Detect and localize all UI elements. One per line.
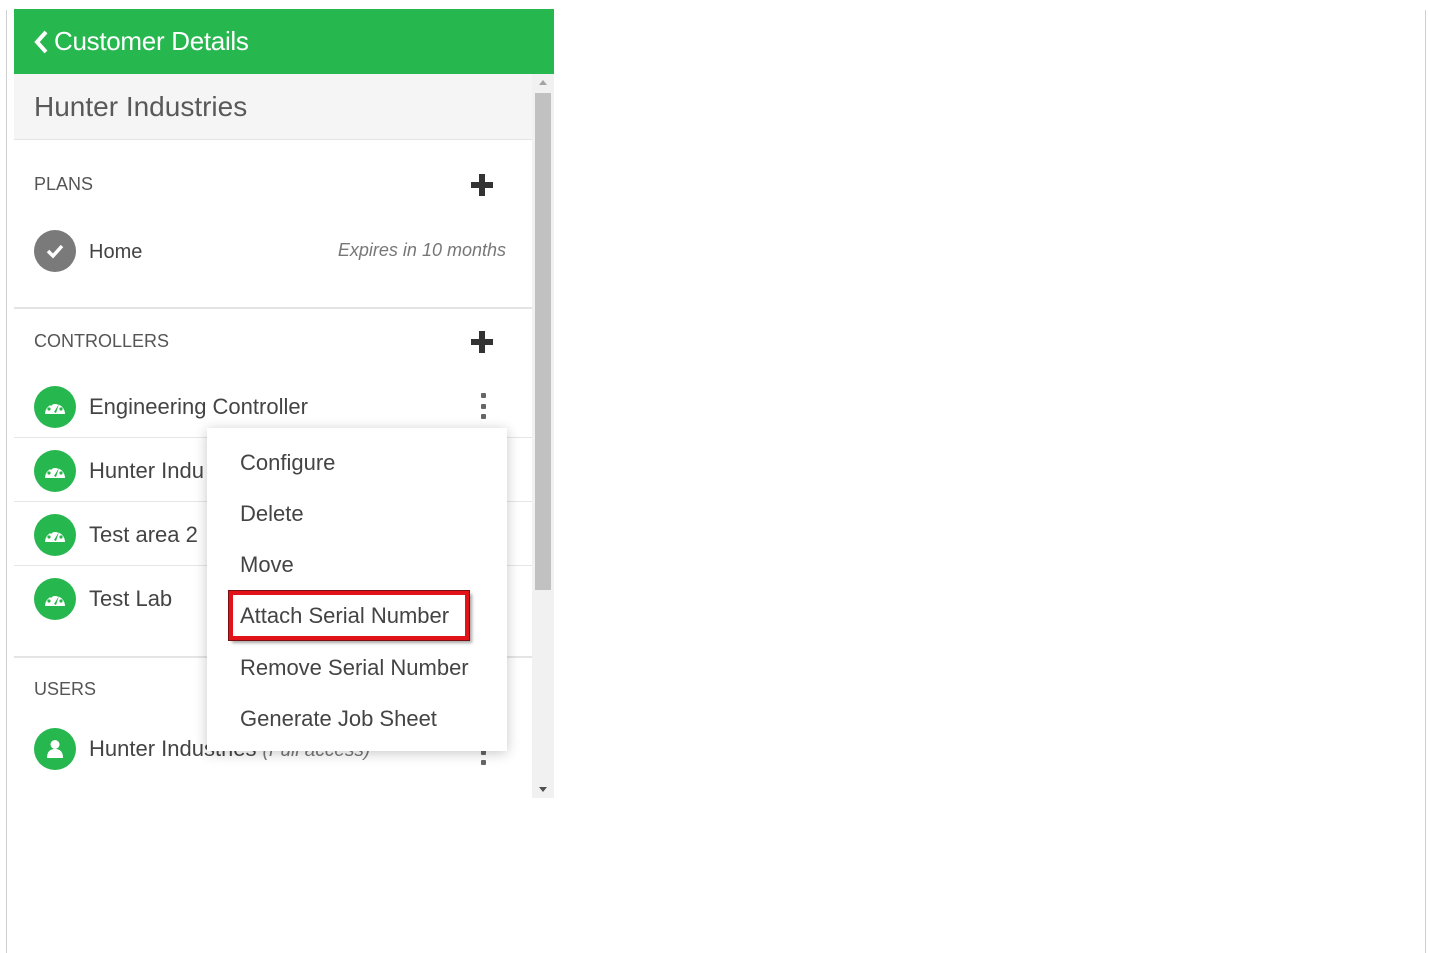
plus-icon bbox=[471, 331, 493, 353]
gauge-icon bbox=[34, 386, 76, 428]
scroll-up-arrow-icon[interactable] bbox=[532, 74, 554, 92]
controllers-header: CONTROLLERS bbox=[14, 309, 532, 374]
users-label: USERS bbox=[34, 679, 97, 699]
scrollbar-thumb[interactable] bbox=[535, 93, 551, 590]
gauge-icon bbox=[34, 450, 76, 492]
add-controller-button[interactable] bbox=[470, 330, 494, 354]
menu-item-generate-job-sheet[interactable]: Generate Job Sheet bbox=[240, 706, 437, 732]
controller-name: Test area 2 bbox=[89, 522, 198, 547]
controller-context-menu: Configure Delete Move Attach Serial Numb… bbox=[207, 428, 507, 751]
chevron-left-icon bbox=[34, 30, 48, 54]
controllers-label: CONTROLLERS bbox=[34, 331, 170, 351]
menu-item-remove-serial-number[interactable]: Remove Serial Number bbox=[240, 655, 469, 681]
scroll-down-arrow-icon[interactable] bbox=[532, 780, 554, 798]
gauge-icon bbox=[34, 578, 76, 620]
plan-item[interactable]: Home Expires in 10 months bbox=[14, 230, 532, 306]
menu-item-move[interactable]: Move bbox=[240, 552, 294, 578]
plans-header: PLANS bbox=[14, 140, 532, 230]
menu-item-configure[interactable]: Configure bbox=[240, 450, 335, 476]
check-circle-icon bbox=[34, 230, 76, 272]
window-border-right bbox=[1425, 10, 1426, 953]
page-title: Customer Details bbox=[54, 26, 249, 56]
scrollbar[interactable] bbox=[532, 74, 554, 798]
plus-icon bbox=[471, 174, 493, 196]
menu-item-attach-serial-number[interactable]: Attach Serial Number bbox=[240, 603, 449, 629]
plan-name: Home bbox=[89, 241, 143, 263]
menu-item-delete[interactable]: Delete bbox=[240, 501, 304, 527]
customer-name: Hunter Industries bbox=[34, 90, 248, 122]
back-to-customer-details-button[interactable]: Customer Details bbox=[14, 9, 554, 74]
plans-section: PLANS Home Expires in 10 months bbox=[14, 140, 532, 309]
kebab-icon[interactable] bbox=[478, 393, 488, 419]
window-border-left bbox=[6, 10, 7, 953]
add-plan-button[interactable] bbox=[470, 173, 494, 197]
controller-name: Hunter Indu bbox=[89, 458, 204, 483]
user-icon bbox=[34, 728, 76, 770]
plan-expiry: Expires in 10 months bbox=[337, 240, 506, 260]
controller-name: Engineering Controller bbox=[89, 394, 308, 419]
gauge-icon bbox=[34, 514, 76, 556]
plans-label: PLANS bbox=[34, 174, 94, 194]
customer-bar: Hunter Industries bbox=[14, 74, 532, 140]
controller-name: Test Lab bbox=[89, 586, 173, 611]
